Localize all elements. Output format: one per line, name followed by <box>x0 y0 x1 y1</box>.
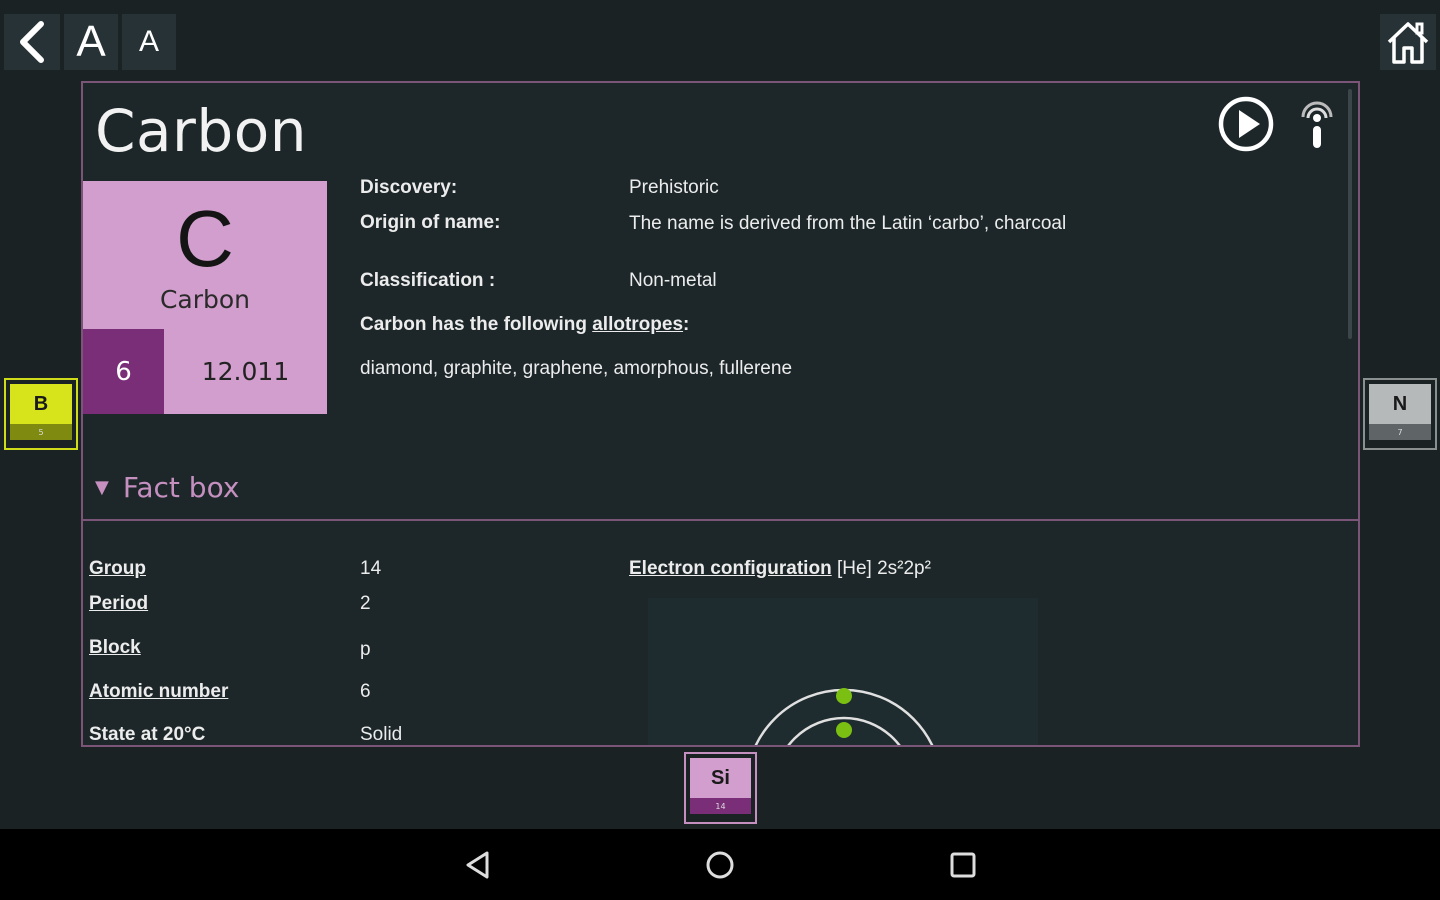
page-title: Carbon <box>95 97 307 165</box>
block-value: p <box>360 639 371 660</box>
group-link[interactable]: Group <box>89 558 146 580</box>
neighbor-left-symbol: B <box>10 384 72 424</box>
atomic-number-link[interactable]: Atomic number <box>89 681 228 703</box>
state-label: State at 20°C <box>89 724 206 745</box>
classification-label: Classification : <box>360 270 496 291</box>
allotropes-value: diamond, graphite, graphene, amorphous, … <box>360 358 793 379</box>
allotropes-prefix: Carbon has the following <box>360 314 593 335</box>
discovery-value: Prehistoric <box>629 177 719 198</box>
fact-box-toggle[interactable]: ▼ Fact box <box>95 471 239 504</box>
classification-value: Non-metal <box>629 270 717 291</box>
back-button[interactable] <box>4 14 60 70</box>
allotropes-link[interactable]: allotropes <box>592 314 683 335</box>
font-smaller-button[interactable]: A <box>122 14 176 70</box>
nav-recents-icon[interactable] <box>945 847 981 883</box>
electron-config-value: [He] 2s²2p² <box>836 558 931 579</box>
group-value: 14 <box>360 558 382 579</box>
element-detail-panel: Carbon C Carbon 6 12.011 Discovery: Preh… <box>81 81 1360 747</box>
element-tile-name: Carbon <box>159 285 251 314</box>
neighbor-left-number: 5 <box>10 424 72 440</box>
divider <box>83 519 1358 521</box>
chevron-left-icon <box>20 21 44 63</box>
neighbor-below-symbol: Si <box>690 758 751 798</box>
neighbor-element-below[interactable]: Si 14 <box>684 752 757 824</box>
period-value: 2 <box>360 593 371 614</box>
system-nav-bar <box>0 829 1440 900</box>
home-button[interactable] <box>1380 14 1436 70</box>
element-tile: C Carbon 6 12.011 <box>83 181 327 414</box>
neighbor-below-number: 14 <box>690 798 751 814</box>
discovery-label: Discovery: <box>360 177 458 198</box>
atomic-number-value: 6 <box>360 681 371 702</box>
electron-dot <box>836 722 852 738</box>
element-atomic-number: 6 <box>83 329 164 414</box>
allotropes-heading: Carbon has the following allotropes: <box>360 314 689 336</box>
podcast-info-icon[interactable] <box>1293 95 1341 153</box>
origin-label: Origin of name: <box>360 212 501 233</box>
element-symbol: C <box>176 194 234 283</box>
nav-home-icon[interactable] <box>702 847 738 883</box>
triangle-down-icon: ▼ <box>95 477 109 498</box>
allotropes-suffix: : <box>683 314 690 335</box>
state-value: Solid <box>360 724 403 745</box>
nav-back-icon[interactable] <box>460 847 496 883</box>
atom-shell-diagram <box>754 688 934 745</box>
font-larger-button[interactable]: A <box>64 14 118 70</box>
electron-config-link[interactable]: Electron configuration <box>629 558 832 579</box>
neighbor-element-right[interactable]: N 7 <box>1363 378 1437 450</box>
play-icon[interactable] <box>1217 95 1275 153</box>
neighbor-right-number: 7 <box>1369 424 1431 440</box>
period-link[interactable]: Period <box>89 593 148 615</box>
electron-config-row: Electron configuration [He] 2s²2p² <box>629 558 931 580</box>
element-atomic-mass: 12.011 <box>201 357 290 386</box>
block-link[interactable]: Block <box>89 637 141 659</box>
neighbor-element-left[interactable]: B 5 <box>4 378 78 450</box>
fact-box-label: Fact box <box>122 471 240 504</box>
neighbor-right-symbol: N <box>1369 384 1431 424</box>
origin-value: The name is derived from the Latin ‘carb… <box>629 213 1067 234</box>
home-icon <box>1387 22 1429 64</box>
scrollbar[interactable] <box>1348 89 1352 339</box>
electron-dot <box>836 688 852 704</box>
